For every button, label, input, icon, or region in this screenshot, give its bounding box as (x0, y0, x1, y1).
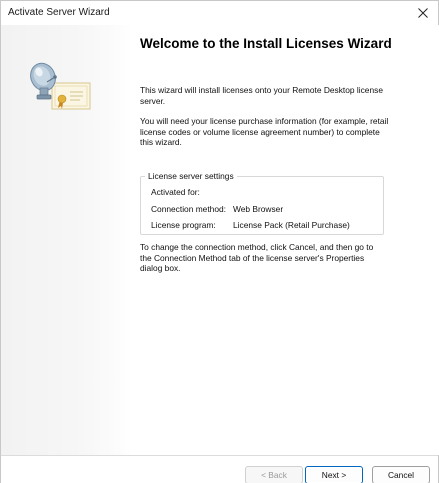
cancel-button[interactable]: Cancel (372, 466, 430, 483)
wizard-content: Welcome to the Install Licenses Wizard T… (132, 25, 439, 455)
connection-method-label: Connection method: (151, 204, 226, 214)
wizard-footer: < Back Next > Cancel (1, 455, 438, 483)
license-server-settings-group: License server settings Activated for: C… (140, 171, 384, 235)
change-method-note: To change the connection method, click C… (140, 242, 374, 273)
window-title: Activate Server Wizard (8, 7, 110, 18)
close-icon (418, 8, 428, 18)
license-program-label: License program: (151, 220, 216, 230)
next-button[interactable]: Next > (305, 466, 363, 483)
activate-server-wizard-window: Activate Server Wizard Welcome to the In… (0, 0, 439, 483)
connection-method-value: Web Browser (233, 204, 284, 214)
wizard-sidebar (1, 25, 132, 455)
back-button[interactable]: < Back (245, 466, 303, 483)
activated-for-label: Activated for: (151, 187, 200, 197)
group-legend: License server settings (145, 171, 237, 181)
page-title: Welcome to the Install Licenses Wizard (140, 36, 392, 51)
license-program-value: License Pack (Retail Purchase) (233, 220, 350, 230)
intro-text: This wizard will install licenses onto y… (140, 85, 383, 106)
title-bar[interactable]: Activate Server Wizard (1, 1, 438, 25)
info-text: You will need your license purchase info… (140, 116, 389, 147)
server-certificate-icon (28, 55, 94, 117)
close-button[interactable] (408, 1, 438, 25)
